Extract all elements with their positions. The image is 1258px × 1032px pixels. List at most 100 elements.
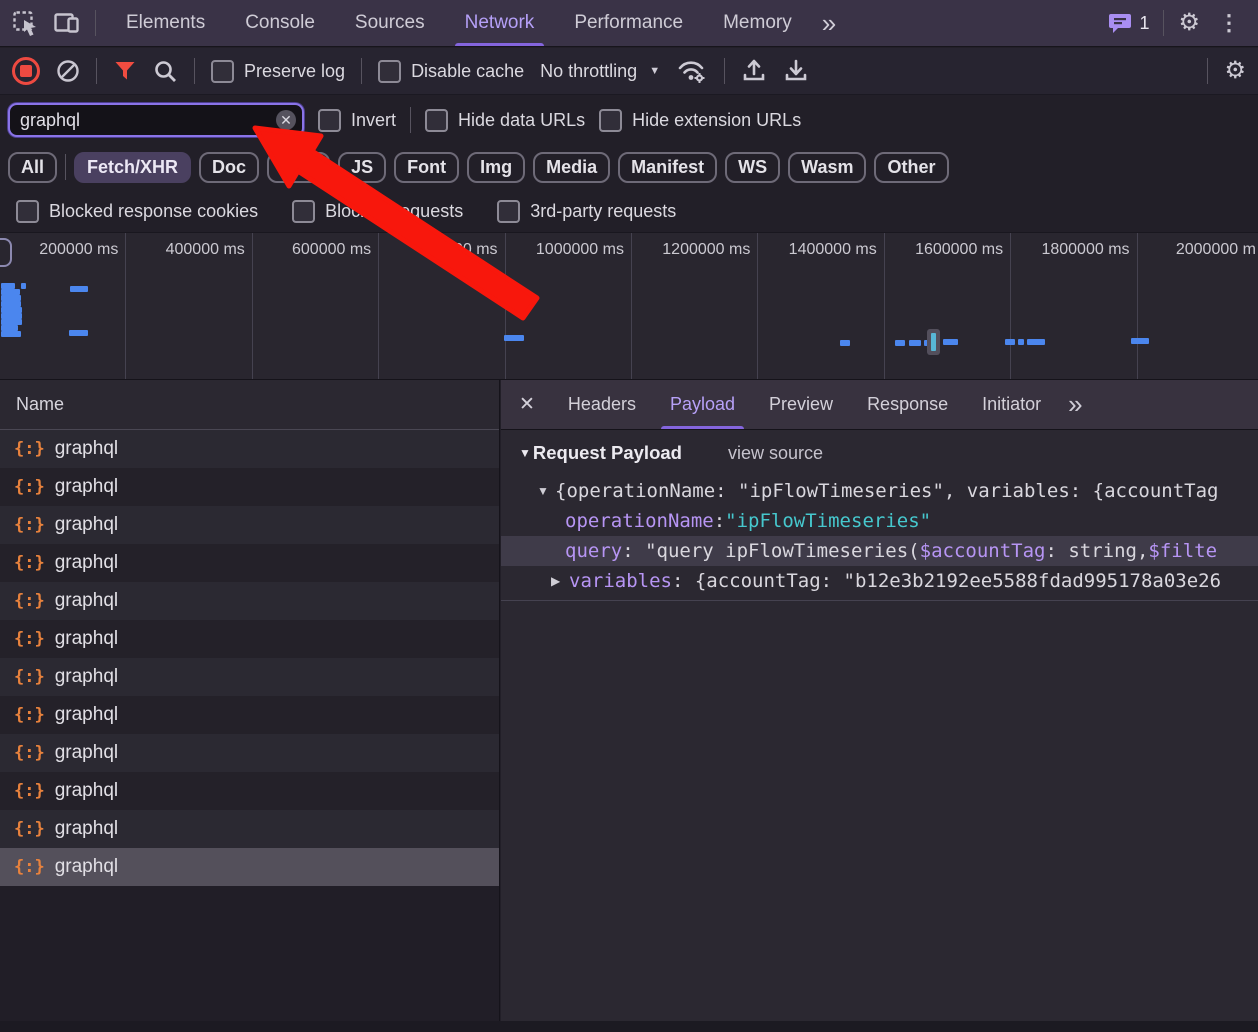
details-tab-initiator[interactable]: Initiator — [965, 380, 1058, 429]
network-settings-gear-icon[interactable]: ⚙ — [1224, 59, 1246, 83]
waterfall-bar[interactable] — [895, 340, 905, 346]
close-details-icon[interactable]: ✕ — [501, 380, 551, 429]
blocked-requests-group[interactable]: Blocked requests — [292, 200, 463, 223]
clear-network-log-icon[interactable] — [56, 59, 80, 83]
hide-extension-urls-checkbox-group[interactable]: Hide extension URLs — [599, 109, 801, 132]
table-row[interactable]: {:}graphql — [0, 544, 499, 582]
blocked-response-cookies-group[interactable]: Blocked response cookies — [16, 200, 258, 223]
chip-fetch-xhr[interactable]: Fetch/XHR — [74, 152, 191, 183]
chip-ws[interactable]: WS — [725, 152, 780, 183]
waterfall-bar[interactable] — [70, 286, 88, 292]
waterfall-bar[interactable] — [69, 330, 88, 336]
device-toolbar-icon[interactable] — [53, 10, 81, 36]
name-column-header[interactable]: Name — [0, 380, 499, 430]
export-har-icon[interactable] — [783, 58, 809, 84]
timeline-tick: 1200000 ms — [632, 233, 758, 379]
details-tab-preview[interactable]: Preview — [752, 380, 850, 429]
table-row[interactable]: {:}graphql — [0, 430, 499, 468]
search-icon[interactable] — [153, 59, 178, 84]
waterfall-bar[interactable] — [840, 340, 850, 346]
chip-all[interactable]: All — [8, 152, 57, 183]
chip-media[interactable]: Media — [533, 152, 610, 183]
clear-filter-icon[interactable]: ✕ — [276, 110, 296, 130]
throttling-dropdown[interactable]: No throttling ▼ — [540, 61, 660, 82]
collapsed-triangle-icon[interactable]: ▶ — [551, 574, 569, 588]
fetch-xhr-icon: {:} — [14, 477, 45, 497]
hide-extension-urls-checkbox[interactable] — [599, 109, 622, 132]
divider — [361, 58, 362, 84]
table-row[interactable]: {:}graphql — [0, 734, 499, 772]
tab-performance[interactable]: Performance — [554, 0, 703, 46]
details-tab-response[interactable]: Response — [850, 380, 965, 429]
record-network-log-button[interactable] — [12, 57, 40, 85]
view-source-link[interactable]: view source — [728, 443, 823, 464]
third-party-requests-group[interactable]: 3rd-party requests — [497, 200, 676, 223]
chip-font[interactable]: Font — [394, 152, 459, 183]
waterfall-bar[interactable] — [943, 339, 958, 345]
third-party-requests-checkbox[interactable] — [497, 200, 520, 223]
table-row[interactable]: {:}graphql — [0, 582, 499, 620]
waterfall-bar[interactable] — [1005, 339, 1015, 345]
more-tabs-icon[interactable]: » — [812, 10, 846, 36]
settings-gear-icon[interactable]: ⚙ — [1178, 11, 1200, 35]
waterfall-bar[interactable] — [1018, 339, 1024, 345]
details-more-tabs-icon[interactable]: » — [1058, 380, 1092, 429]
payload-line[interactable]: ▶variables: {accountTag: "b12e3b2192ee55… — [501, 566, 1258, 596]
blocked-response-cookies-checkbox[interactable] — [16, 200, 39, 223]
payload-line[interactable]: operationName: "ipFlowTimeseries" — [501, 506, 1258, 536]
waterfall-bar[interactable] — [1131, 338, 1149, 344]
chip-css[interactable]: CSS — [267, 152, 330, 183]
import-har-icon[interactable] — [741, 58, 767, 84]
payload-text-segment: $accountTag — [920, 540, 1046, 562]
waterfall-bar[interactable] — [1, 331, 21, 337]
filter-input-wrap: ✕ — [8, 103, 304, 137]
details-tab-payload[interactable]: Payload — [653, 380, 752, 429]
issues-counter[interactable]: 1 — [1108, 12, 1149, 34]
kebab-menu-icon[interactable]: ⋮ — [1214, 12, 1244, 34]
hide-data-urls-checkbox[interactable] — [425, 109, 448, 132]
collapse-triangle-icon[interactable]: ▼ — [519, 446, 531, 460]
details-tab-headers[interactable]: Headers — [551, 380, 653, 429]
table-row[interactable]: {:}graphql — [0, 848, 499, 886]
filter-input[interactable] — [10, 110, 302, 131]
tab-network[interactable]: Network — [445, 0, 555, 46]
hide-data-urls-checkbox-group[interactable]: Hide data URLs — [425, 109, 585, 132]
tab-sources[interactable]: Sources — [335, 0, 445, 46]
preserve-log-checkbox-group[interactable]: Preserve log — [211, 60, 345, 83]
network-overview-timeline[interactable]: 200000 ms400000 ms600000 ms800000 ms1000… — [0, 232, 1258, 380]
details-tabbar: ✕ HeadersPayloadPreviewResponseInitiator… — [501, 380, 1258, 430]
payload-line[interactable]: ▼{operationName: "ipFlowTimeseries", var… — [501, 476, 1258, 506]
network-conditions-icon[interactable] — [676, 58, 708, 84]
inspect-element-icon[interactable] — [12, 10, 39, 37]
chip-wasm[interactable]: Wasm — [788, 152, 866, 183]
chip-js[interactable]: JS — [338, 152, 386, 183]
timeline-scroll-handle[interactable] — [0, 238, 12, 267]
tab-console[interactable]: Console — [225, 0, 335, 46]
table-row[interactable]: {:}graphql — [0, 468, 499, 506]
chip-manifest[interactable]: Manifest — [618, 152, 717, 183]
waterfall-bar[interactable] — [1027, 339, 1045, 345]
tab-memory[interactable]: Memory — [703, 0, 812, 46]
preserve-log-checkbox[interactable] — [211, 60, 234, 83]
chip-img[interactable]: Img — [467, 152, 525, 183]
table-row[interactable]: {:}graphql — [0, 506, 499, 544]
invert-checkbox[interactable] — [318, 109, 341, 132]
filter-funnel-icon[interactable] — [113, 59, 137, 83]
expanded-triangle-icon[interactable]: ▼ — [537, 484, 555, 498]
chip-doc[interactable]: Doc — [199, 152, 259, 183]
waterfall-bar[interactable] — [909, 340, 921, 346]
chip-other[interactable]: Other — [874, 152, 948, 183]
tab-elements[interactable]: Elements — [106, 0, 225, 46]
table-row[interactable]: {:}graphql — [0, 658, 499, 696]
waterfall-bar[interactable] — [21, 283, 26, 289]
waterfall-bar[interactable] — [504, 335, 524, 341]
table-row[interactable]: {:}graphql — [0, 810, 499, 848]
table-row[interactable]: {:}graphql — [0, 772, 499, 810]
table-row[interactable]: {:}graphql — [0, 620, 499, 658]
invert-checkbox-group[interactable]: Invert — [318, 109, 396, 132]
payload-line[interactable]: query: "query ipFlowTimeseries($accountT… — [501, 536, 1258, 566]
disable-cache-checkbox[interactable] — [378, 60, 401, 83]
blocked-requests-checkbox[interactable] — [292, 200, 315, 223]
table-row[interactable]: {:}graphql — [0, 696, 499, 734]
disable-cache-checkbox-group[interactable]: Disable cache — [378, 60, 524, 83]
